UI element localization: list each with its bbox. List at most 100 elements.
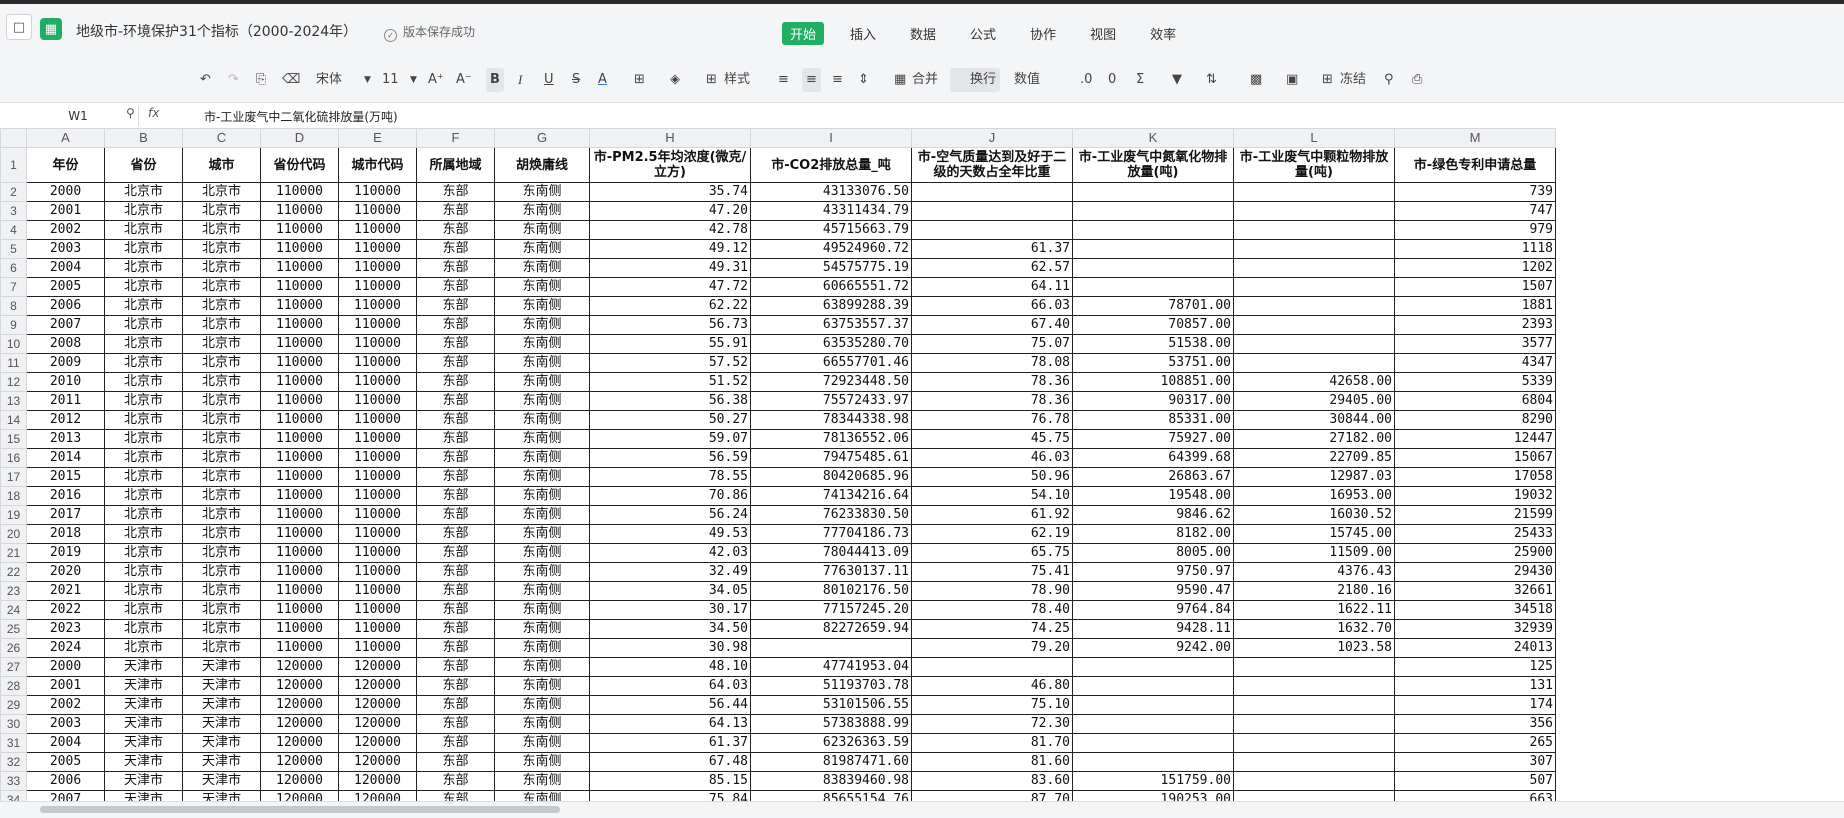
table-cell[interactable]: 北京市 xyxy=(104,467,183,487)
table-cell[interactable]: 61.37 xyxy=(589,733,751,753)
formula-input[interactable]: 市-工业废气中二氧化硫排放量(万吨) xyxy=(204,108,398,125)
table-cell[interactable]: 64.03 xyxy=(589,676,751,696)
table-cell[interactable]: 74.25 xyxy=(911,619,1073,639)
table-cell[interactable]: 北京市 xyxy=(104,239,183,259)
table-cell[interactable]: 739 xyxy=(1394,182,1556,202)
table-cell[interactable]: 64399.68 xyxy=(1072,448,1234,468)
table-cell[interactable]: 天津市 xyxy=(104,714,183,734)
table-cell[interactable]: 110000 xyxy=(260,619,339,639)
eraser-icon[interactable]: ⌫ xyxy=(282,68,300,92)
column-header-M[interactable]: M xyxy=(1394,128,1556,148)
table-cell[interactable]: 2014 xyxy=(26,448,105,468)
table-cell[interactable]: 19548.00 xyxy=(1072,486,1234,506)
table-cell[interactable]: 北京市 xyxy=(182,182,261,202)
row-number[interactable]: 15 xyxy=(0,429,27,449)
table-cell[interactable]: 78.40 xyxy=(911,600,1073,620)
table-cell[interactable]: 61.92 xyxy=(911,505,1073,525)
table-cell[interactable]: 110000 xyxy=(338,448,417,468)
table-cell[interactable]: 62326363.59 xyxy=(750,733,912,753)
table-cell[interactable]: 北京市 xyxy=(104,562,183,582)
table-cell[interactable]: 东南侧 xyxy=(494,372,590,392)
table-cell[interactable]: 110000 xyxy=(260,448,339,468)
table-cell[interactable] xyxy=(1233,277,1395,297)
table-cell[interactable]: 110000 xyxy=(338,524,417,544)
table-cell[interactable]: 81987471.60 xyxy=(750,752,912,772)
table-cell[interactable]: 东南侧 xyxy=(494,581,590,601)
table-cell[interactable]: 2002 xyxy=(26,220,105,240)
table-cell[interactable]: 东南侧 xyxy=(494,657,590,677)
table-cell[interactable]: 北京市 xyxy=(104,600,183,620)
table-cell[interactable]: 2021 xyxy=(26,581,105,601)
column-header-G[interactable]: G xyxy=(494,128,590,148)
border-icon[interactable]: ⊞ xyxy=(634,68,645,92)
table-cell[interactable]: 北京市 xyxy=(182,429,261,449)
table-cell[interactable]: 190253.00 xyxy=(1072,790,1234,801)
column-header-D[interactable]: D xyxy=(260,128,339,148)
freeze-icon[interactable]: ⊞ xyxy=(1322,68,1333,92)
column-header-J[interactable]: J xyxy=(911,128,1073,148)
filter-icon[interactable]: ▼ xyxy=(1172,68,1182,92)
table-cell[interactable]: 59.07 xyxy=(589,429,751,449)
align-right-icon[interactable]: ≡ xyxy=(832,68,843,92)
font-grow-icon[interactable]: A⁺ xyxy=(428,68,444,92)
table-cell[interactable]: 北京市 xyxy=(104,315,183,335)
table-cell[interactable]: 78136552.06 xyxy=(750,429,912,449)
table-cell[interactable] xyxy=(1072,239,1234,259)
font-shrink-icon[interactable]: A⁻ xyxy=(456,68,472,92)
table-cell[interactable]: 42.03 xyxy=(589,543,751,563)
table-cell[interactable]: 2012 xyxy=(26,410,105,430)
table-cell[interactable]: 9764.84 xyxy=(1072,600,1234,620)
redo-icon[interactable]: ↷ xyxy=(228,68,239,92)
table-cell[interactable]: 110000 xyxy=(338,467,417,487)
table-cell[interactable]: 天津市 xyxy=(182,752,261,772)
sum-icon[interactable]: Σ xyxy=(1136,68,1144,92)
table-cell[interactable]: 9750.97 xyxy=(1072,562,1234,582)
table-cell[interactable]: 9242.00 xyxy=(1072,638,1234,658)
table-cell[interactable]: 110000 xyxy=(338,562,417,582)
table-cell[interactable]: 北京市 xyxy=(104,334,183,354)
table-cell[interactable]: 东部 xyxy=(416,334,495,354)
header-cell[interactable]: 城市代码 xyxy=(338,147,417,183)
sort-icon[interactable]: ⇅ xyxy=(1206,68,1217,92)
table-cell[interactable]: 110000 xyxy=(260,524,339,544)
table-cell[interactable]: 天津市 xyxy=(182,676,261,696)
table-cell[interactable]: 北京市 xyxy=(182,562,261,582)
table-cell[interactable]: 110000 xyxy=(338,600,417,620)
font-size-select[interactable]: 11 xyxy=(382,68,399,92)
table-cell[interactable]: 120000 xyxy=(338,657,417,677)
table-cell[interactable]: 22709.85 xyxy=(1233,448,1395,468)
row-number[interactable]: 25 xyxy=(0,619,27,639)
row-number[interactable]: 12 xyxy=(0,372,27,392)
table-cell[interactable] xyxy=(1233,657,1395,677)
row-number[interactable]: 31 xyxy=(0,733,27,753)
table-cell[interactable]: 19032 xyxy=(1394,486,1556,506)
table-cell[interactable]: 北京市 xyxy=(104,524,183,544)
table-cell[interactable]: 天津市 xyxy=(104,752,183,772)
header-cell[interactable]: 年份 xyxy=(26,147,105,183)
table-cell[interactable]: 70857.00 xyxy=(1072,315,1234,335)
table-cell[interactable]: 110000 xyxy=(338,334,417,354)
table-cell[interactable] xyxy=(1233,239,1395,259)
table-cell[interactable]: 70.86 xyxy=(589,486,751,506)
table-cell[interactable]: 北京市 xyxy=(182,334,261,354)
table-cell[interactable]: 东南侧 xyxy=(494,334,590,354)
table-cell[interactable] xyxy=(1233,790,1395,801)
row-number[interactable]: 26 xyxy=(0,638,27,658)
table-cell[interactable]: 110000 xyxy=(338,410,417,430)
table-cell[interactable]: 北京市 xyxy=(182,220,261,240)
table-cell[interactable]: 63899288.39 xyxy=(750,296,912,316)
table-cell[interactable]: 东南侧 xyxy=(494,771,590,791)
column-header-F[interactable]: F xyxy=(416,128,495,148)
table-cell[interactable]: 8005.00 xyxy=(1072,543,1234,563)
table-cell[interactable]: 82272659.94 xyxy=(750,619,912,639)
table-cell[interactable] xyxy=(1233,695,1395,715)
row-number[interactable]: 29 xyxy=(0,695,27,715)
table-cell[interactable] xyxy=(911,201,1073,221)
table-cell[interactable]: 76.78 xyxy=(911,410,1073,430)
menu-tab-4[interactable]: 协作 xyxy=(1022,22,1064,45)
row-number[interactable]: 2 xyxy=(0,182,27,202)
table-cell[interactable]: 85655154.76 xyxy=(750,790,912,801)
table-cell[interactable]: 2008 xyxy=(26,334,105,354)
table-cell[interactable]: 51.52 xyxy=(589,372,751,392)
menu-tab-5[interactable]: 视图 xyxy=(1082,22,1124,45)
